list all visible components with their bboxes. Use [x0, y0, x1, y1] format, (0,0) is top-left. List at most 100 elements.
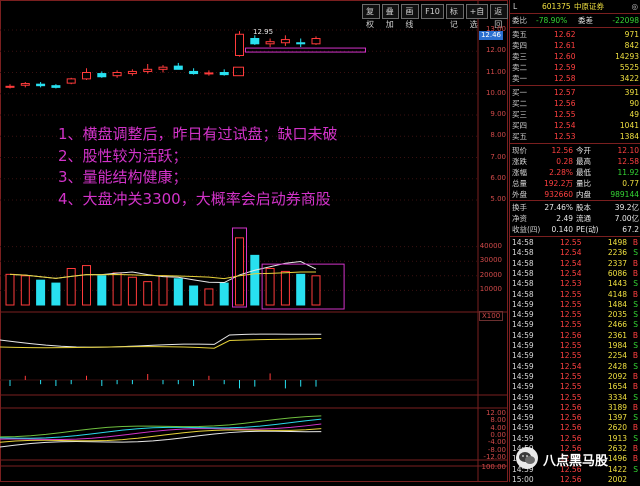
candle-body: [82, 72, 91, 80]
price-axis-label: 13.00: [485, 25, 506, 33]
weibi-row: 委比 -78.90% 委差 -22098: [510, 15, 640, 26]
candle-body: [158, 66, 168, 70]
stat-row: 涨跌 0.28 最高 12.58: [510, 156, 640, 167]
kline-chart-area[interactable]: 复权 叠加 画线 F10 标记 +自选 返回 12.95 12.46 X100 13.00 1…: [0, 0, 508, 482]
toolbar-button-1[interactable]: 叠加: [381, 4, 400, 29]
cell: -22098: [612, 16, 639, 25]
gap-line-box: [245, 47, 366, 53]
stock-name: 中原证券: [574, 2, 604, 11]
volume-bar: [204, 288, 214, 306]
cell: 1041: [619, 121, 639, 130]
cell: 换手: [512, 203, 527, 212]
gap-box: [233, 66, 244, 77]
cell: 67.2: [622, 225, 639, 234]
volume-bar: [36, 279, 46, 306]
cell: 卖五: [512, 30, 527, 39]
cell: 12.62: [554, 30, 576, 39]
volume-axis-label: 10000: [479, 285, 502, 294]
cell: 卖一: [512, 74, 527, 83]
kline-chart[interactable]: [0, 0, 508, 482]
tick-volume: 2002: [607, 474, 627, 484]
cell: 涨跌: [512, 157, 527, 166]
sell-row: 卖四 12.61 842: [510, 40, 640, 51]
indicator-axis-label: -12.00: [483, 453, 506, 461]
cell: 989144: [610, 190, 639, 199]
cell: 14293: [615, 52, 639, 61]
candle-body: [173, 65, 183, 70]
cell: 12.60: [554, 52, 576, 61]
candle-body: [250, 38, 260, 45]
annotation-line: 3、量能结构健康；: [58, 168, 188, 186]
info-icon[interactable]: ◎: [631, 0, 638, 13]
panel-divider: [510, 27, 640, 28]
panel-divider: [510, 85, 640, 86]
volume-axis-label: 30000: [479, 256, 502, 265]
stat-row: 现价 12.56 今开 12.10: [510, 145, 640, 156]
candle-body: [51, 85, 61, 88]
high-price-label: 12.95: [253, 28, 274, 36]
quote-panel: L 601375 中原证券 ◎ 委比 -78.90% 委差 -22098 卖五 12.62…: [509, 0, 640, 485]
candle-body: [127, 70, 137, 75]
volume-bar: [82, 265, 91, 306]
sell-row: 卖三 12.60 14293: [510, 51, 640, 62]
tick-price: 12.56: [560, 474, 582, 484]
cell: 12.10: [617, 146, 639, 155]
annotation-line: 2、股性较为活跃；: [58, 146, 188, 165]
stat-row: 总量 192.2万 量比 0.77: [510, 178, 640, 189]
cell: 0.28: [556, 157, 573, 166]
stock-code: 601375: [542, 2, 571, 11]
cell: 委差: [578, 16, 593, 25]
price-axis-label: 10.00: [485, 88, 506, 97]
cell: 90: [629, 99, 639, 108]
volume-axis-label: 20000: [479, 270, 502, 279]
tick-row: 15:00 12.56 2002: [510, 474, 640, 485]
cell: 总量: [512, 179, 527, 188]
candle-body: [97, 73, 107, 78]
toolbar-button-3[interactable]: F10: [421, 4, 444, 19]
cell: 12.57: [554, 88, 576, 97]
cell: 12.53: [554, 132, 576, 141]
toolbar-button-2[interactable]: 画线: [401, 4, 420, 29]
cell: 收益(四): [512, 225, 541, 234]
analysis-annotation: 1、横盘调整后，昨日有过试盘；缺口未破 2、股性较为活跃； 3、量能结构健康； 4、大…: [58, 124, 438, 210]
candle-body: [20, 83, 30, 86]
toolbar-button-5[interactable]: +自选: [465, 4, 489, 29]
cell: 买二: [512, 99, 527, 108]
volume-bar: [127, 276, 137, 306]
cell: 12.59: [554, 63, 576, 72]
cell: 12.58: [554, 74, 576, 83]
sell-row: 卖五 12.62 971: [510, 29, 640, 40]
fund-row: 收益(四) 0.140 PE(动) 67.2: [510, 224, 640, 235]
cell: 净资: [512, 214, 527, 223]
cell: 971: [624, 30, 639, 39]
cell: 12.58: [617, 157, 639, 166]
menu-icon[interactable]: L: [513, 0, 517, 13]
cell: 49: [629, 110, 639, 119]
volume-bar: [265, 268, 275, 306]
stat-row: 外盘 932660 内盘 989144: [510, 189, 640, 200]
indicator-line: [0, 333, 322, 348]
sell-row: 卖二 12.59 5525: [510, 62, 640, 73]
candle-body: [235, 33, 244, 56]
buy-row: 买一 12.57 391: [510, 87, 640, 98]
cell: 1384: [619, 132, 639, 141]
volume-bar: [311, 275, 321, 306]
cell: 卖三: [512, 52, 527, 61]
panel-divider: [510, 143, 640, 144]
volume-unit-tag: X100: [479, 311, 504, 321]
volume-bar: [51, 282, 61, 306]
toolbar-button-0[interactable]: 复权: [362, 4, 380, 29]
watermark-text: 八点黑马股: [543, 454, 609, 469]
cell: 2.49: [556, 214, 573, 223]
cell: -78.90%: [536, 16, 568, 25]
cell: 现价: [512, 146, 527, 155]
price-axis-label: 7.00: [490, 152, 506, 161]
toolbar-button-6[interactable]: 返回: [490, 4, 508, 29]
cell: 卖二: [512, 63, 527, 72]
cell: 涨幅: [512, 168, 527, 177]
toolbar-button-4[interactable]: 标记: [445, 4, 464, 29]
cell: 12.61: [554, 41, 576, 50]
cell: 3422: [619, 74, 639, 83]
buy-row: 买三 12.55 49: [510, 109, 640, 120]
volume-bar: [97, 275, 107, 306]
